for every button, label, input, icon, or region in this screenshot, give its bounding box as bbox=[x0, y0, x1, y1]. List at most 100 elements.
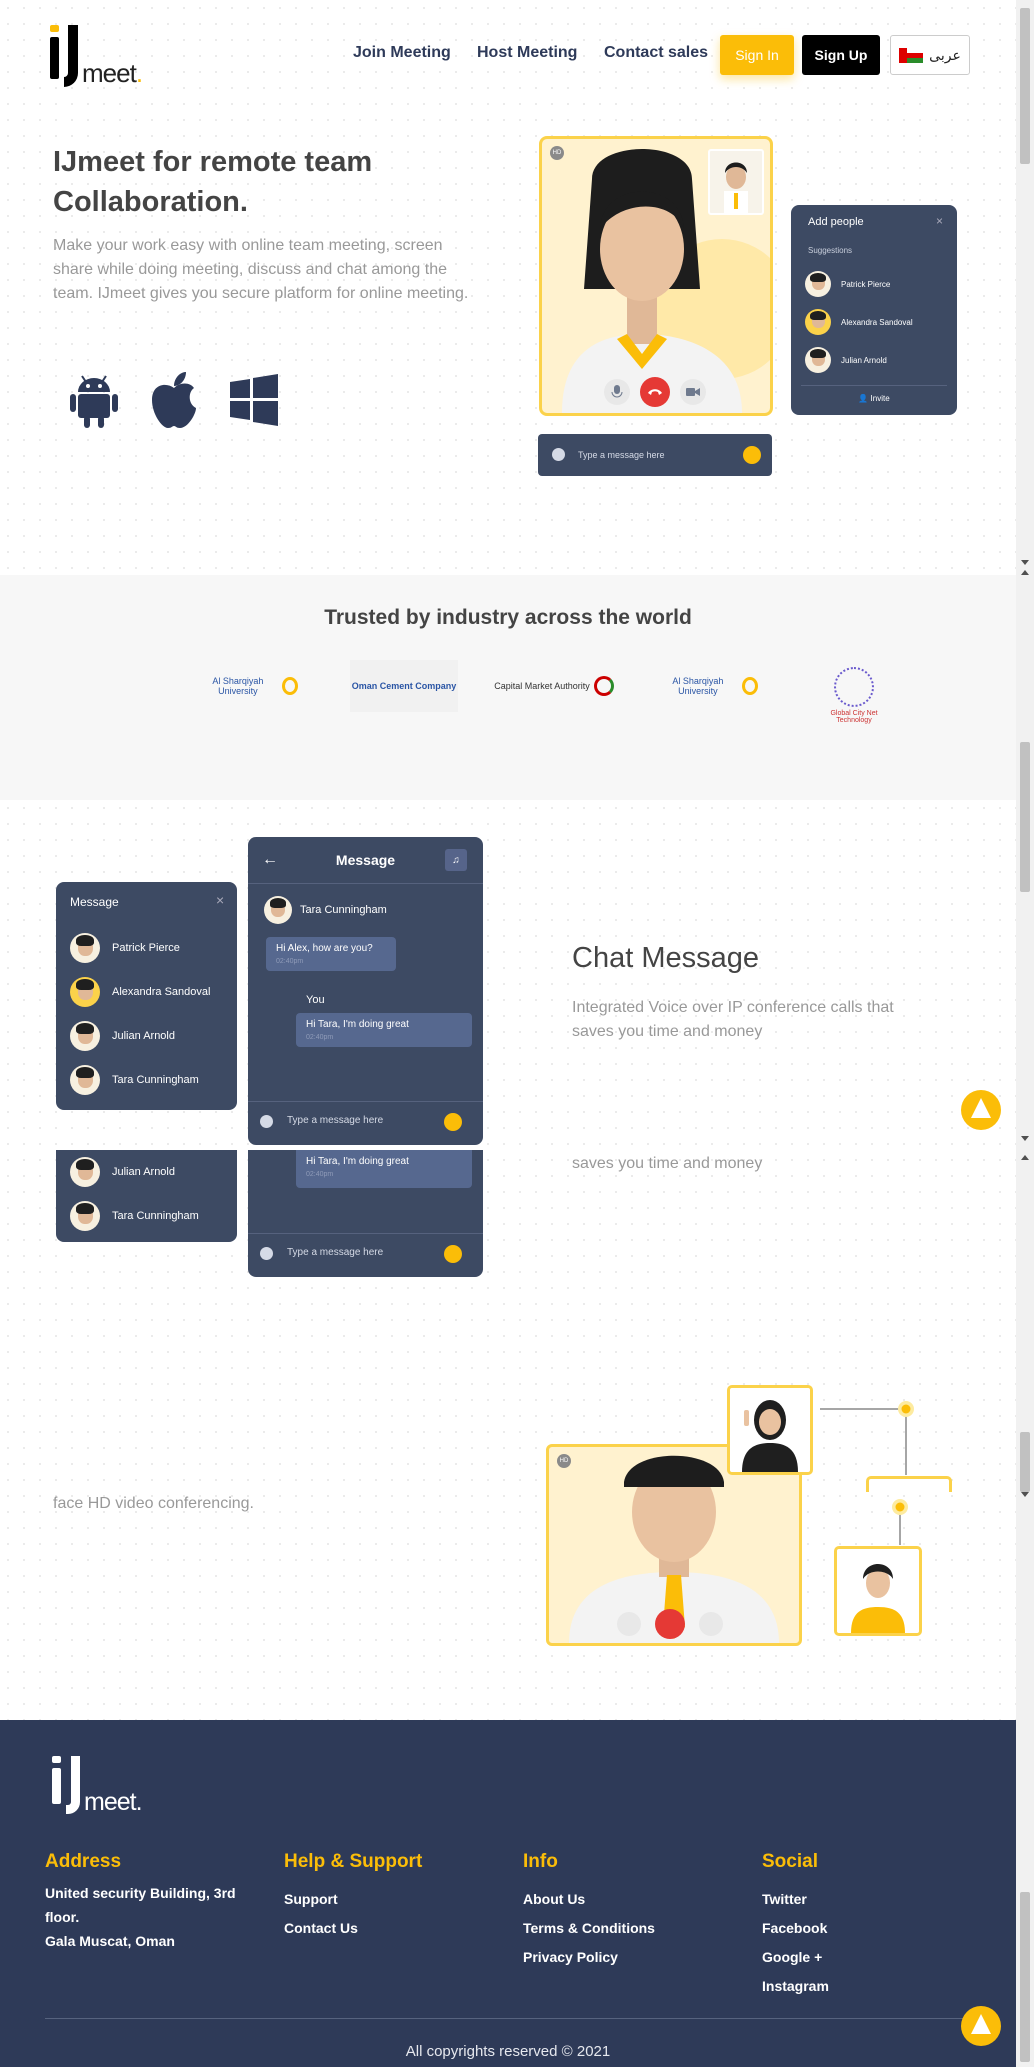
suggestion-list: Patrick Pierce Alexandra Sandoval Julian… bbox=[805, 265, 945, 379]
close-icon[interactable]: × bbox=[936, 214, 943, 228]
footer-link-about[interactable]: About Us bbox=[523, 1891, 585, 1907]
client-logo: Global City Net Technology bbox=[818, 660, 890, 730]
invite-button[interactable]: 👤 Invite bbox=[791, 394, 957, 403]
footer-link-privacy[interactable]: Privacy Policy bbox=[523, 1949, 618, 1965]
client-logo: Al Sharqiyah University bbox=[198, 660, 298, 712]
message-list-item[interactable]: Alexandra Sandoval bbox=[56, 970, 237, 1014]
scroll-up-arrow-icon[interactable] bbox=[1021, 570, 1029, 575]
send-icon[interactable] bbox=[444, 1245, 462, 1263]
close-icon[interactable]: × bbox=[216, 892, 224, 908]
hero-title: IJmeet for remote team Collaboration. bbox=[53, 146, 373, 218]
language-label: عربى bbox=[929, 46, 961, 63]
conversation-panel: ← Message ♫ Tara Cunningham Hi Alex, how… bbox=[248, 837, 483, 1145]
participant-thumbnail bbox=[834, 1546, 922, 1636]
microphone-icon[interactable] bbox=[617, 1612, 641, 1636]
microphone-icon[interactable] bbox=[604, 379, 630, 405]
footer-link-twitter[interactable]: Twitter bbox=[762, 1891, 807, 1907]
message-list-item[interactable]: Patrick Pierce bbox=[56, 926, 237, 970]
send-icon[interactable] bbox=[743, 446, 761, 464]
scroll-down-arrow-icon[interactable] bbox=[1021, 1136, 1029, 1141]
client-logo: Al Sharqiyah University bbox=[658, 660, 758, 712]
send-icon[interactable] bbox=[444, 1113, 462, 1131]
emoji-icon[interactable] bbox=[260, 1115, 273, 1128]
incoming-message: Hi Alex, how are you? 02:40pm bbox=[266, 937, 396, 971]
apple-icon[interactable] bbox=[148, 370, 200, 430]
sign-in-button[interactable]: Sign In bbox=[720, 35, 794, 75]
connector-lines bbox=[820, 1401, 914, 1545]
nav-join-meeting[interactable]: Join Meeting bbox=[353, 44, 451, 62]
camera-icon[interactable] bbox=[699, 1612, 723, 1636]
client-logo: Capital Market Authority bbox=[494, 660, 614, 712]
camera-icon[interactable] bbox=[680, 379, 706, 405]
android-icon[interactable] bbox=[68, 370, 120, 430]
message-list-panel: Message × Patrick Pierce Alexandra Sando… bbox=[56, 882, 237, 1110]
scroll-up-arrow-icon[interactable] bbox=[1021, 1155, 1029, 1160]
footer-link-terms[interactable]: Terms & Conditions bbox=[523, 1920, 655, 1936]
conversation-message-input[interactable]: Type a message here bbox=[287, 1247, 383, 1258]
scroll-to-top-button[interactable] bbox=[961, 1090, 1001, 1130]
self-view-thumbnail bbox=[708, 149, 764, 215]
nav-host-meeting[interactable]: Host Meeting bbox=[477, 44, 577, 62]
video-section-description: face HD video conferencing. bbox=[53, 1495, 254, 1512]
message-list-item[interactable]: Tara Cunningham bbox=[56, 1194, 237, 1238]
scrollbar-thumb[interactable] bbox=[1020, 8, 1030, 164]
suggestion-item[interactable]: Alexandra Sandoval bbox=[805, 303, 945, 341]
trusted-title: Trusted by industry across the world bbox=[324, 606, 692, 629]
footer-info-title: Info bbox=[523, 1851, 558, 1872]
outgoing-message: Hi Tara, I'm doing great 02:40pm bbox=[296, 1150, 472, 1188]
scroll-to-top-button[interactable] bbox=[961, 2006, 1001, 2046]
site-header: meet. Join Meeting Host Meeting Contact … bbox=[0, 0, 1016, 110]
scrollbar-thumb[interactable] bbox=[1020, 1892, 1030, 2062]
hero-description: Make your work easy with online team mee… bbox=[53, 237, 469, 302]
hero-message-input[interactable]: Type a message here bbox=[538, 434, 772, 476]
footer-logo-mark[interactable] bbox=[52, 1756, 82, 1814]
chat-section-title: Chat Message bbox=[572, 942, 759, 974]
footer-social-title: Social bbox=[762, 1851, 818, 1872]
footer-logo-text[interactable]: meet. bbox=[84, 1788, 143, 1817]
language-switcher[interactable]: عربى bbox=[890, 35, 970, 75]
end-call-icon[interactable] bbox=[640, 377, 670, 407]
message-list-item[interactable]: Tara Cunningham bbox=[56, 1058, 237, 1102]
message-list-item[interactable]: Julian Arnold bbox=[56, 1014, 237, 1058]
suggestion-item[interactable]: Julian Arnold bbox=[805, 341, 945, 379]
add-people-title: Add people bbox=[808, 216, 864, 228]
end-call-icon[interactable] bbox=[655, 1609, 685, 1639]
footer-address-title: Address bbox=[45, 1851, 122, 1872]
scroll-down-arrow-icon[interactable] bbox=[1021, 560, 1029, 565]
scrollbar[interactable] bbox=[1016, 0, 1034, 2067]
sign-up-button[interactable]: Sign Up bbox=[802, 35, 880, 75]
add-people-panel: Add people × Suggestions Patrick Pierce … bbox=[791, 205, 957, 415]
message-list-item[interactable]: Julian Arnold bbox=[56, 1150, 237, 1194]
notification-bell-icon[interactable]: ♫ bbox=[445, 849, 467, 871]
invite-user-icon: 👤 bbox=[858, 394, 871, 403]
logo-text[interactable]: meet. bbox=[82, 58, 143, 89]
you-label: You bbox=[306, 994, 325, 1006]
chat-section-description: Integrated Voice over IP conference call… bbox=[572, 999, 894, 1040]
suggestion-item[interactable]: Patrick Pierce bbox=[805, 265, 945, 303]
oman-flag-icon bbox=[899, 47, 924, 63]
windows-icon[interactable] bbox=[228, 370, 280, 430]
footer-link-contact[interactable]: Contact Us bbox=[284, 1920, 358, 1936]
footer-link-support[interactable]: Support bbox=[284, 1891, 338, 1907]
hero-video-card: HD bbox=[539, 136, 773, 416]
conversation-panel-repeat: Hi Tara, I'm doing great 02:40pm Type a m… bbox=[248, 1150, 483, 1277]
footer-link-facebook[interactable]: Facebook bbox=[762, 1920, 827, 1936]
footer-link-instagram[interactable]: Instagram bbox=[762, 1978, 829, 1994]
emoji-icon[interactable] bbox=[552, 448, 565, 461]
scroll-down-arrow-icon[interactable] bbox=[1021, 1492, 1029, 1497]
logo-mark[interactable] bbox=[50, 25, 84, 87]
message-list-title: Message bbox=[70, 895, 119, 909]
scrollbar-thumb[interactable] bbox=[1020, 1432, 1030, 1492]
conversation-contact[interactable]: Tara Cunningham bbox=[264, 896, 387, 924]
footer-address: United security Building, 3rd floor. Gala … bbox=[45, 1885, 236, 1949]
suggestions-label: Suggestions bbox=[808, 246, 853, 255]
message-list-panel-repeat: Julian Arnold Tara Cunningham bbox=[56, 1150, 237, 1242]
footer-divider bbox=[45, 2018, 971, 2019]
nav-contact-sales[interactable]: Contact sales bbox=[604, 44, 708, 62]
footer-help-title: Help & Support bbox=[284, 1851, 423, 1872]
footer-link-google[interactable]: Google + bbox=[762, 1949, 822, 1965]
client-logo: Oman Cement Company bbox=[350, 660, 458, 712]
emoji-icon[interactable] bbox=[260, 1247, 273, 1260]
scrollbar-thumb[interactable] bbox=[1020, 742, 1030, 892]
conversation-message-input[interactable]: Type a message here bbox=[287, 1115, 383, 1126]
